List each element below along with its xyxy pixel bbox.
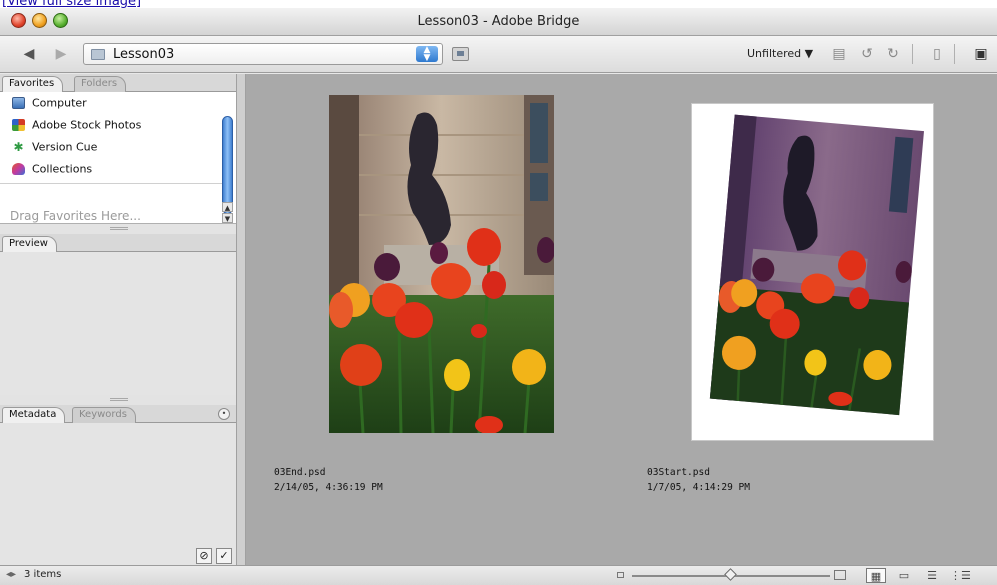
toolbar-separator xyxy=(954,44,955,64)
forward-button[interactable]: ▶ xyxy=(50,45,72,63)
metadata-panel xyxy=(0,423,236,565)
photo-preview xyxy=(709,114,924,416)
item-count: 3 items xyxy=(24,569,62,580)
collections-icon xyxy=(12,163,25,175)
panel-splitter[interactable] xyxy=(236,74,246,565)
thumbnail-03end[interactable] xyxy=(329,95,554,433)
version-cue-icon: ✱ xyxy=(13,140,24,154)
rotate-left-icon[interactable]: ↺ xyxy=(858,45,876,63)
preview-tabstrip: Preview xyxy=(0,234,240,252)
thumbnail-view-icon[interactable]: ▦ xyxy=(866,568,886,583)
metadata-tabstrip: Metadata Keywords • xyxy=(0,405,240,423)
favorite-item-version-cue[interactable]: ✱ Version Cue xyxy=(12,140,97,158)
toggle-panels-icon[interactable]: ◂▸ xyxy=(6,569,16,580)
favorites-tabstrip: Favorites Folders xyxy=(0,74,240,92)
path-spinner-icon[interactable]: ▲ ▼ xyxy=(416,46,438,63)
title-bar: Lesson03 - Adobe Bridge xyxy=(0,8,997,36)
panel-resize-handle[interactable] xyxy=(110,398,128,401)
trash-icon[interactable]: ▯ xyxy=(928,45,946,63)
small-thumbnail-icon[interactable] xyxy=(617,572,624,578)
back-arrow-icon: ◀ xyxy=(23,46,35,62)
go-up-folder-button[interactable] xyxy=(452,47,469,61)
apply-edit-icon[interactable]: ✓ xyxy=(216,548,232,564)
tab-metadata[interactable]: Metadata xyxy=(2,407,66,423)
rotate-right-icon[interactable]: ↻ xyxy=(884,45,902,63)
filter-dropdown[interactable]: Unfiltered ▼ xyxy=(747,47,813,60)
new-folder-icon[interactable]: ▤ xyxy=(830,45,848,63)
details-view-icon[interactable]: ☰ xyxy=(922,568,942,583)
thumbnail-caption: 03Start.psd 1/7/05, 4:14:29 PM xyxy=(647,465,750,495)
drag-favorites-hint: Drag Favorites Here... xyxy=(10,209,141,223)
divider xyxy=(0,183,222,184)
scroll-down-arrow-icon[interactable]: ▼ xyxy=(222,213,233,223)
favorites-list: Computer Adobe Stock Photos ✱ Version Cue… xyxy=(0,92,236,224)
date-label: 1/7/05, 4:14:29 PM xyxy=(647,482,750,493)
favorites-scrollbar[interactable] xyxy=(222,116,233,214)
thumbnail-03start[interactable] xyxy=(691,103,934,441)
panel-menu-icon[interactable]: • xyxy=(218,408,230,420)
tab-keywords[interactable]: Keywords xyxy=(72,407,136,423)
tab-favorites[interactable]: Favorites xyxy=(2,76,64,92)
back-button[interactable]: ◀ xyxy=(18,45,40,63)
content-area: 03End.psd 2/14/05, 4:36:19 PM 03Start.ps… xyxy=(246,74,997,565)
computer-icon xyxy=(12,97,25,109)
status-bar: ◂▸ 3 items ▦ ▭ ☰ ⋮☰ xyxy=(0,565,997,585)
large-thumbnail-icon[interactable] xyxy=(834,570,846,580)
folder-icon xyxy=(91,49,105,60)
favorite-item-collections[interactable]: Collections xyxy=(12,162,92,180)
path-label: Lesson03 xyxy=(113,47,175,62)
filmstrip-view-icon[interactable]: ▭ xyxy=(894,568,914,583)
thumbnail-caption: 03End.psd 2/14/05, 4:36:19 PM xyxy=(274,465,383,495)
scroll-up-arrow-icon[interactable]: ▲ xyxy=(222,202,233,212)
filename-label: 03End.psd xyxy=(274,467,326,478)
window-title: Lesson03 - Adobe Bridge xyxy=(417,14,580,29)
tab-preview[interactable]: Preview xyxy=(2,236,57,252)
view-full-size-link[interactable]: [View full size image] xyxy=(2,0,141,9)
favorite-item-computer[interactable]: Computer xyxy=(12,96,87,114)
panel-resize-handle[interactable] xyxy=(110,227,128,230)
versions-view-icon[interactable]: ⋮☰ xyxy=(950,568,971,583)
forward-arrow-icon: ▶ xyxy=(55,46,67,62)
stock-photos-icon xyxy=(12,119,25,131)
toolbar-separator xyxy=(912,44,913,64)
bridge-window: Lesson03 - Adobe Bridge ◀ ▶ Lesson03 ▲ ▼ … xyxy=(0,8,997,585)
slider-handle[interactable] xyxy=(724,568,737,581)
toolbar: ◀ ▶ Lesson03 ▲ ▼ Unfiltered ▼ ▤ ↺ ↻ ▯ ▣ xyxy=(0,36,997,73)
path-selector[interactable]: Lesson03 ▲ ▼ xyxy=(83,43,443,65)
filename-label: 03Start.psd xyxy=(647,467,710,478)
preview-panel xyxy=(0,252,236,395)
tab-folders[interactable]: Folders xyxy=(74,76,127,92)
favorite-item-stock-photos[interactable]: Adobe Stock Photos xyxy=(12,118,141,136)
date-label: 2/14/05, 4:36:19 PM xyxy=(274,482,383,493)
compact-mode-icon[interactable]: ▣ xyxy=(972,45,990,63)
cancel-edit-icon[interactable]: ⊘ xyxy=(196,548,212,564)
left-panel: Favorites Folders Computer Adobe Stock P… xyxy=(0,74,240,565)
